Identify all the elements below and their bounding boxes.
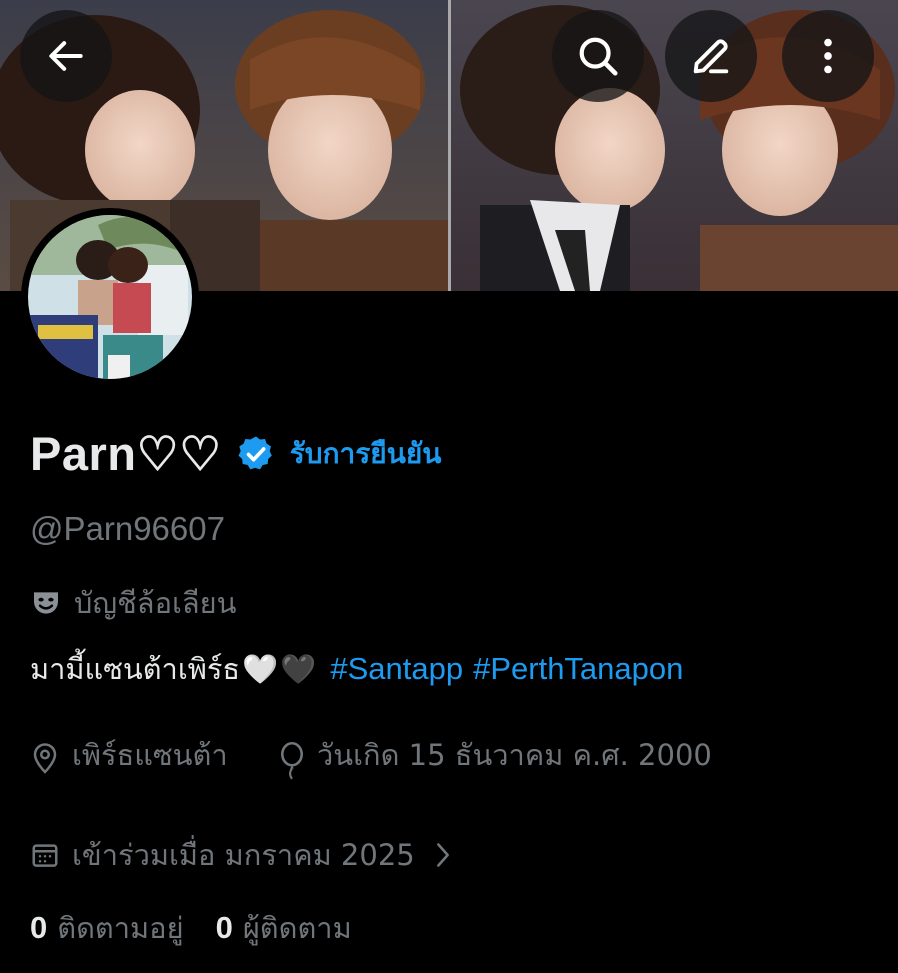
- parody-label-text: บัญชีล้อเลียน: [74, 586, 237, 620]
- handle: @Parn96607: [30, 510, 225, 547]
- location-text: เพิร์ธแซนต้า: [72, 738, 228, 772]
- following-link[interactable]: 0 ติดตามอยู่: [30, 905, 184, 951]
- edit-pencil-icon: [693, 39, 729, 74]
- parody-account-label: บัญชีล้อเลียน: [30, 580, 237, 626]
- location-row: เพิร์ธแซนต้า: [30, 726, 228, 784]
- display-name: Parn♡♡: [30, 427, 222, 480]
- birthday-row: วันเกิด 15 ธันวาคม ค.ศ. 2000: [279, 726, 712, 784]
- chevron-right-icon: [436, 843, 449, 867]
- avatar[interactable]: [21, 208, 199, 386]
- black-heart-emoji: 🖤: [280, 651, 317, 686]
- more-vertical-icon: [824, 38, 832, 74]
- location-pin-icon: [33, 743, 57, 774]
- joined-row[interactable]: เข้าร่วมเมื่อ มกราคม 2025: [30, 832, 453, 878]
- theater-mask-icon: [34, 592, 58, 614]
- white-heart-emoji: 🤍: [242, 651, 279, 686]
- bio-text: มามี้แซนต้าเพิร์ธ: [30, 652, 241, 686]
- followers-link[interactable]: 0 ผู้ติดตาม: [216, 905, 352, 951]
- calendar-icon: [32, 844, 58, 867]
- avatar-image: [28, 215, 192, 379]
- balloon-icon: [281, 741, 303, 780]
- name-row: Parn♡♡ รับการยืนยัน: [30, 424, 441, 484]
- search-icon: [579, 37, 618, 76]
- search-button[interactable]: [552, 10, 644, 102]
- verified-badge-icon: [238, 436, 272, 470]
- followers-label: ผู้ติดตาม: [242, 911, 352, 945]
- following-count: 0: [30, 910, 48, 945]
- arrow-left-icon: [49, 41, 83, 71]
- following-label: ติดตามอยู่: [57, 911, 184, 945]
- edit-button[interactable]: [665, 10, 757, 102]
- follow-stats: 0 ติดตามอยู่ 0 ผู้ติดตาม: [30, 905, 352, 951]
- back-button[interactable]: [20, 10, 112, 102]
- get-verified-link[interactable]: รับการยืนยัน: [290, 432, 442, 476]
- followers-count: 0: [215, 910, 233, 945]
- more-options-button[interactable]: [782, 10, 874, 102]
- hashtag-santapp[interactable]: #Santapp: [330, 651, 463, 687]
- hashtag-perthtanapon[interactable]: #PerthTanapon: [473, 651, 683, 687]
- bio: มามี้แซนต้าเพิร์ธ 🤍 🖤 #Santapp #PerthTan…: [30, 646, 683, 692]
- birthday-text: วันเกิด 15 ธันวาคม ค.ศ. 2000: [317, 738, 712, 772]
- joined-text: เข้าร่วมเมื่อ มกราคม 2025: [72, 838, 415, 872]
